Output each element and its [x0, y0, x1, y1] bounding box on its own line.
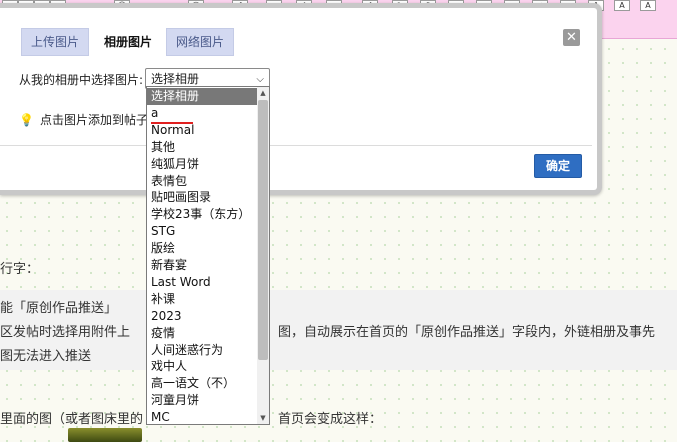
- dropdown-option[interactable]: 表情包: [147, 173, 261, 190]
- dropdown-option[interactable]: 戏中人: [147, 358, 261, 375]
- dropdown-option[interactable]: 疫情: [147, 325, 261, 342]
- tab-web-image[interactable]: 网络图片: [166, 28, 235, 56]
- dropdown-option[interactable]: Last Word: [147, 274, 261, 291]
- dropdown-option[interactable]: Normal: [147, 122, 261, 139]
- dropdown-option[interactable]: 版绘: [147, 240, 261, 257]
- bg-text-line: 首页会变成这样：: [278, 412, 383, 427]
- tab-album-image[interactable]: 相册图片: [94, 28, 163, 56]
- dropdown-option[interactable]: STG: [147, 223, 261, 240]
- dropdown-option[interactable]: 人间迷惑行为: [147, 342, 261, 359]
- bg-text-line: 里面的图（或者图床里的: [0, 412, 144, 427]
- bg-text-line: 图无法进入推送: [0, 349, 92, 364]
- dropdown-option[interactable]: 贴吧画图录: [147, 189, 261, 206]
- dropdown-option[interactable]: MC: [147, 409, 261, 424]
- dropdown-option[interactable]: 选择相册: [147, 88, 261, 105]
- bg-text-line: 区发帖时选择用附件上: [0, 325, 131, 340]
- dropdown-option[interactable]: 补课: [147, 291, 261, 308]
- album-select-value: 选择相册: [151, 72, 200, 86]
- lightbulb-icon: 💡: [19, 113, 34, 127]
- album-select-label: 从我的相册中选择图片:: [19, 73, 144, 87]
- scroll-up-icon[interactable]: ▲: [257, 87, 269, 99]
- close-button[interactable]: ✕: [563, 29, 580, 46]
- scrollbar-thumb[interactable]: [258, 100, 268, 360]
- dropdown-option[interactable]: 纯狐月饼: [147, 156, 261, 173]
- dropdown-option[interactable]: a: [147, 105, 261, 122]
- footer-divider: [0, 145, 592, 146]
- bg-text-line: 图，自动展示在首页的「原创作品推送」字段内，外链相册及事先: [278, 325, 656, 340]
- toolbar-button[interactable]: A: [614, 0, 630, 11]
- hint-label: 点击图片添加到帖子: [39, 113, 148, 127]
- dropdown-option[interactable]: 2023: [147, 308, 261, 325]
- bg-text-line: 行字：: [0, 262, 40, 277]
- album-dropdown-list[interactable]: MC 河童月饼 高一语文（不） 戏中人 人间迷惑行为 疫情 2023 补课 Last Word 新…: [146, 86, 270, 425]
- dropdown-scrollbar[interactable]: ▲ ▼: [257, 87, 269, 424]
- confirm-button[interactable]: 确定: [534, 154, 582, 178]
- dropdown-option[interactable]: 河童月饼: [147, 392, 261, 409]
- dropdown-option[interactable]: 其他: [147, 139, 261, 156]
- scroll-down-icon[interactable]: ▼: [257, 412, 269, 424]
- hint-text: 💡 点击图片添加到帖子: [19, 111, 148, 128]
- dropdown-option[interactable]: 新春宴: [147, 257, 261, 274]
- dropdown-option[interactable]: 高一语文（不）: [147, 375, 261, 392]
- dropdown-option[interactable]: 学校23事（东方）: [147, 206, 261, 223]
- tab-upload-image[interactable]: 上传图片: [21, 28, 90, 56]
- insert-image-dialog: 上传图片 相册图片 网络图片 ✕ 从我的相册中选择图片: 选择相册 ⌵ 💡 点击图…: [0, 3, 602, 195]
- toolbar-button[interactable]: A: [640, 0, 656, 11]
- red-annotation-underline: [151, 122, 193, 124]
- bg-text-line: 能「原创作品推送」: [0, 301, 118, 316]
- close-icon: ✕: [566, 30, 577, 45]
